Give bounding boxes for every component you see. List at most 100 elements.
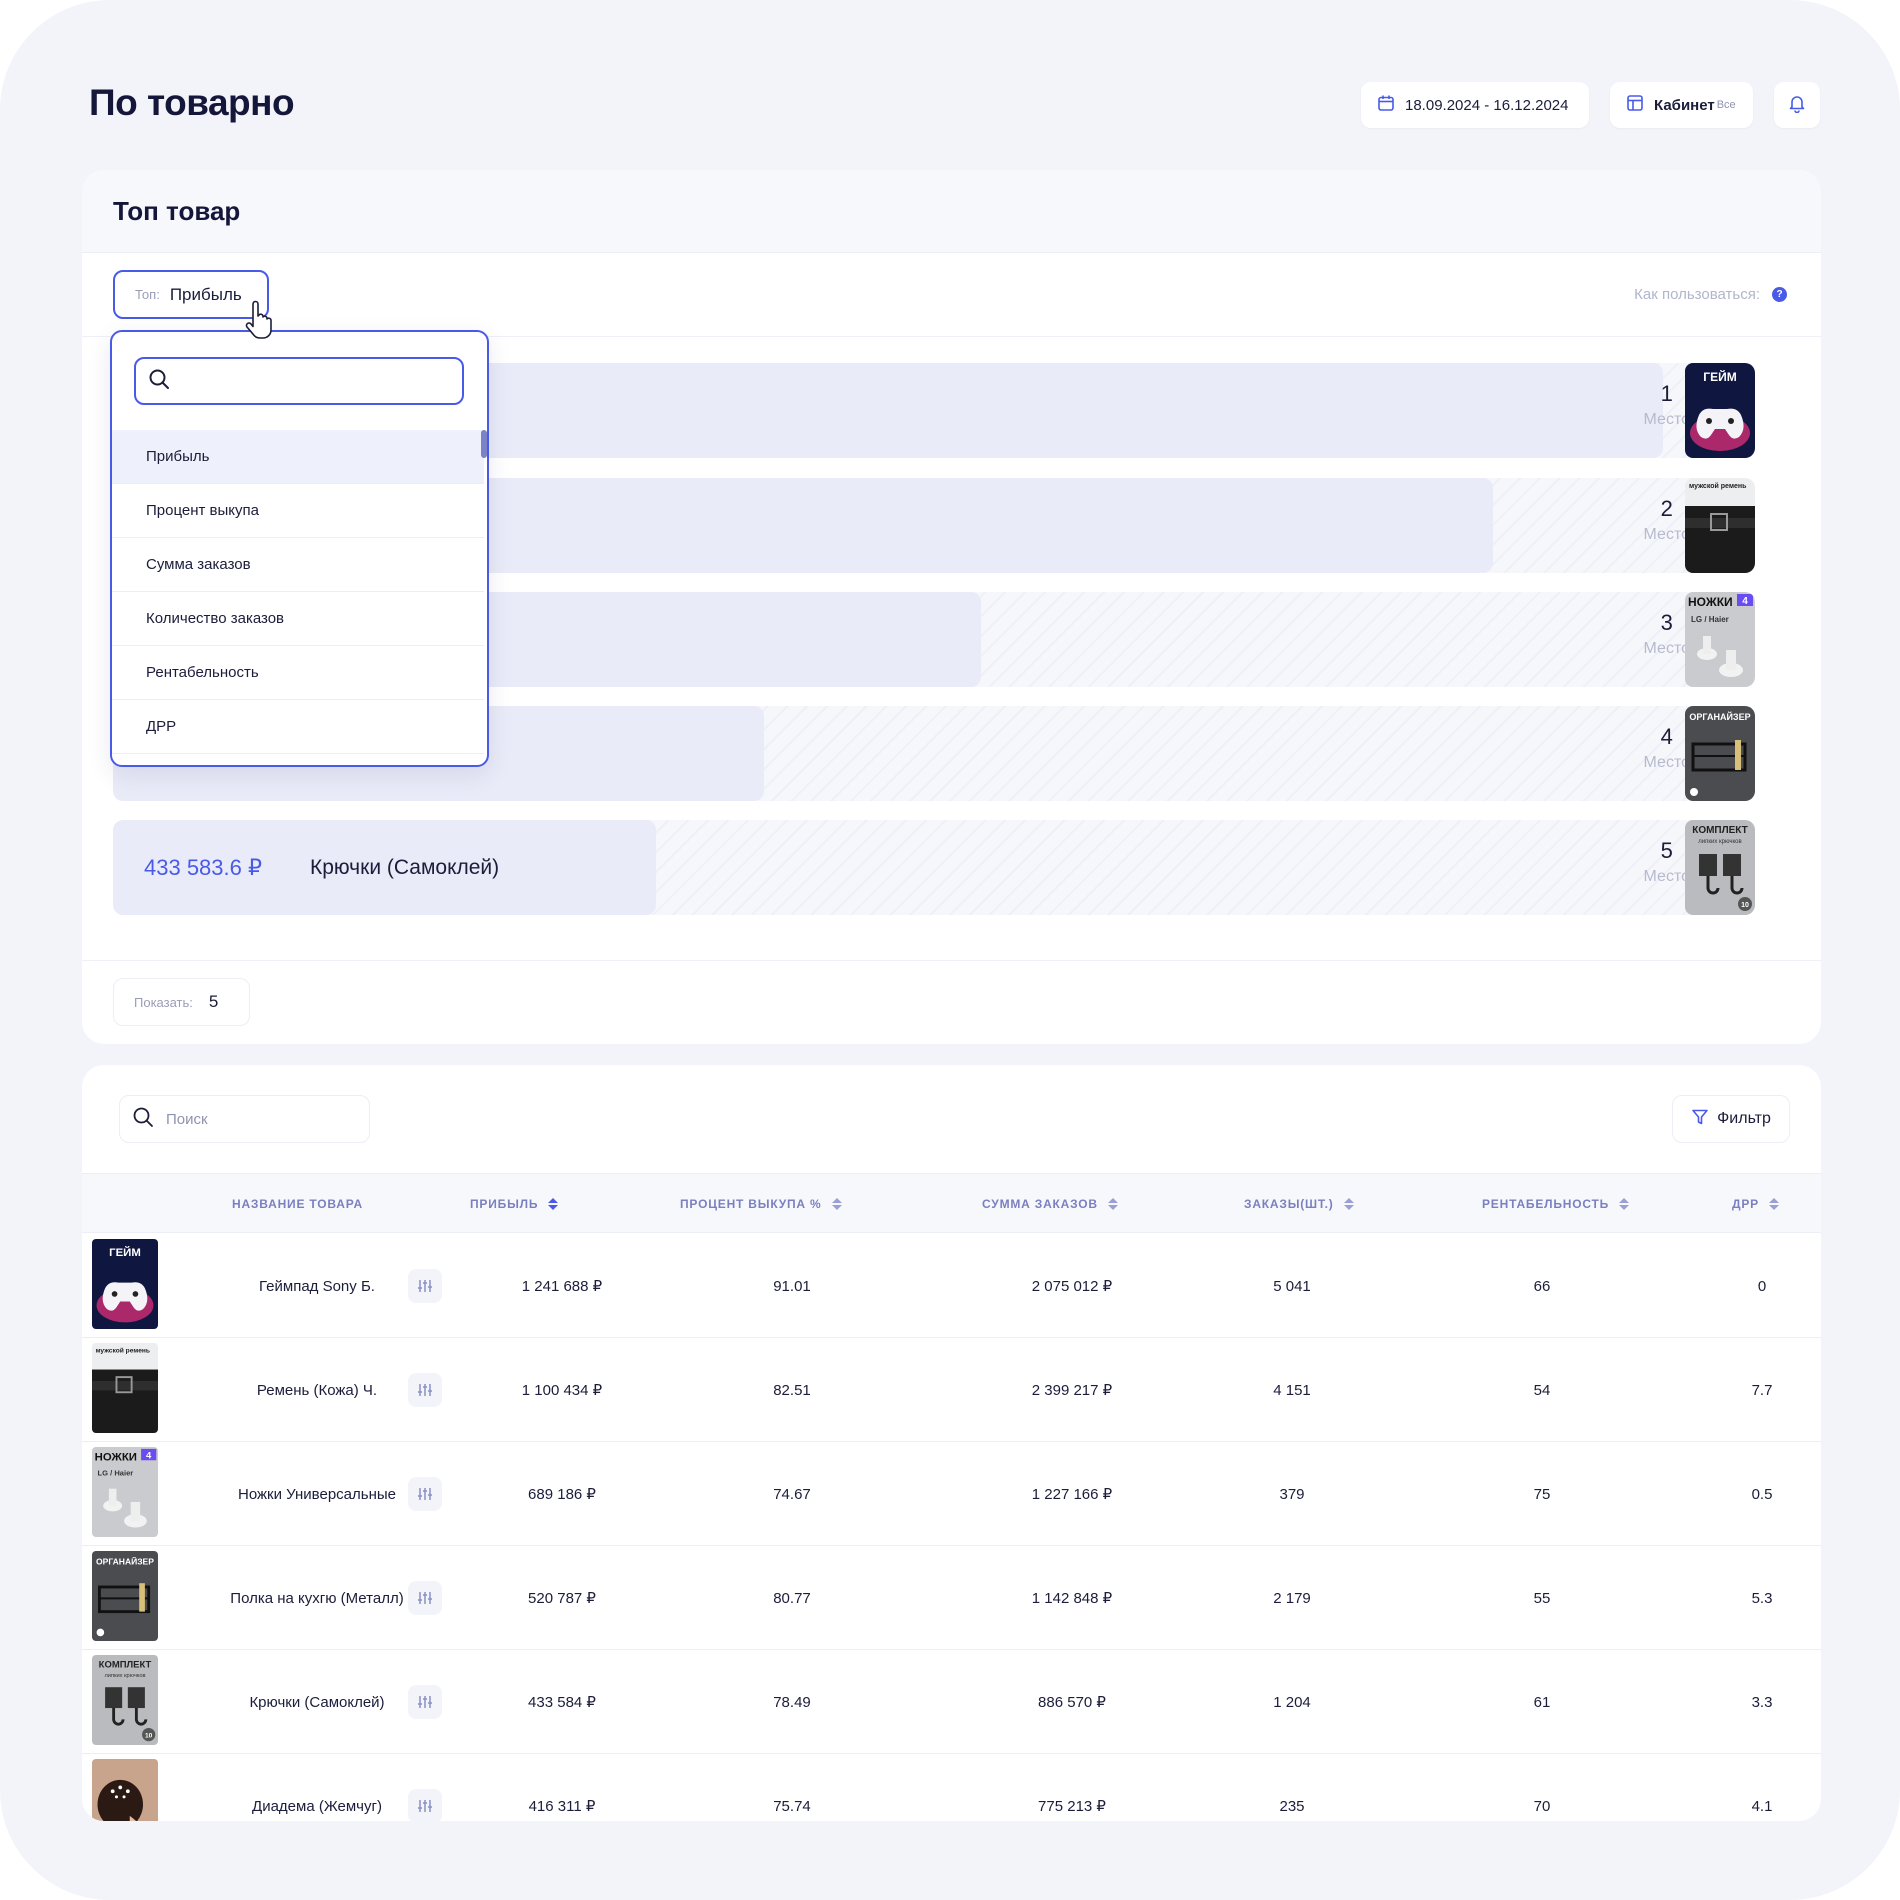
- app-frame: По товарно 18.09.2024 - 16.12.2024 Кабин…: [0, 0, 1900, 1900]
- rank-place-label: Место: [1643, 640, 1690, 657]
- cell-orders-sum: 775 213 ₽: [1038, 1798, 1106, 1815]
- rank-product-name: Крючки (Самоклей): [309, 855, 500, 879]
- table-search-placeholder: Поиск: [166, 1110, 208, 1128]
- dropdown-option[interactable]: ДРР: [112, 700, 484, 754]
- cell-buyout: 74.67: [773, 1485, 811, 1503]
- rank-place-label: Место: [1643, 868, 1690, 885]
- sliders-icon[interactable]: [408, 1477, 442, 1511]
- cell-orders-sum: 2 399 217 ₽: [1031, 1382, 1113, 1399]
- cell-drr: 0: [1757, 1277, 1767, 1295]
- table-row[interactable]: мужской ремень Ремень (Кожа) Ч. 1 100 43…: [82, 1338, 1821, 1442]
- dropdown-option[interactable]: Количество заказов: [112, 592, 484, 646]
- table-row[interactable]: Диадема (Жемчуг) 416 311 ₽ 75.74 775 213…: [82, 1754, 1821, 1821]
- help-icon[interactable]: ?: [1772, 287, 1787, 302]
- table-search-input[interactable]: Поиск: [119, 1095, 370, 1143]
- rank-number: 1: [1660, 381, 1673, 406]
- top-products-header: Топ товар: [82, 170, 1821, 253]
- dropdown-search-input[interactable]: [134, 357, 464, 405]
- filter-button[interactable]: Фильтр: [1672, 1095, 1790, 1143]
- dropdown-scrollbar[interactable]: [481, 430, 487, 458]
- cell-orders: 235: [1279, 1797, 1305, 1815]
- cell-buyout: 82.51: [773, 1381, 811, 1399]
- cell-orders-sum: 1 142 848 ₽: [1031, 1590, 1113, 1607]
- cell-profit: 520 787 ₽: [528, 1590, 596, 1607]
- date-range-label: 18.09.2024 - 16.12.2024: [1405, 96, 1569, 114]
- cell-orders-sum: 886 570 ₽: [1038, 1694, 1106, 1711]
- cell-settings: [408, 1338, 442, 1442]
- sliders-icon[interactable]: [408, 1581, 442, 1615]
- cell-drr: 0.5: [1751, 1485, 1773, 1503]
- svg-text:10: 10: [1741, 902, 1749, 909]
- calendar-icon: [1377, 94, 1395, 116]
- svg-text:НОЖКИ: НОЖКИ: [1688, 595, 1733, 609]
- cell-rentability: 61: [1533, 1693, 1551, 1711]
- product-thumbnail: ОРГАНАЙЗЕР: [92, 1551, 158, 1641]
- dropdown-option[interactable]: Прибыль: [112, 430, 484, 484]
- sort-icon: [831, 1198, 842, 1210]
- cell-buyout: 78.49: [773, 1693, 811, 1711]
- sliders-icon[interactable]: [408, 1269, 442, 1303]
- rank-place-label: Место: [1643, 411, 1690, 428]
- cabinet-selector[interactable]: Кабинет Все: [1610, 82, 1753, 128]
- rank-row[interactable]: 433 583.6 ₽ Крючки (Самоклей) 5 Место КО…: [113, 820, 1755, 915]
- products-table-card: Поиск Фильтр НАЗВАНИЕ ТОВАРА ПРИБЫЛЬ ПРО…: [82, 1065, 1821, 1821]
- column-header-profit[interactable]: ПРИБЫЛЬ: [470, 1174, 559, 1234]
- svg-text:мужской ремень: мужской ремень: [1689, 482, 1747, 490]
- notifications-button[interactable]: [1774, 82, 1820, 128]
- svg-text:ГЕЙМ: ГЕЙМ: [1703, 369, 1736, 384]
- top-products-title: Топ товар: [113, 195, 241, 226]
- rank-place: 4 Место: [1644, 724, 1690, 772]
- search-icon: [132, 1106, 154, 1132]
- column-header-rentability[interactable]: РЕНТАБЕЛЬНОСТЬ: [1482, 1174, 1630, 1234]
- product-thumbnail: ГЕЙМ: [92, 1239, 158, 1329]
- sort-icon: [548, 1198, 559, 1210]
- sliders-icon[interactable]: [408, 1789, 442, 1821]
- table-header: НАЗВАНИЕ ТОВАРА ПРИБЫЛЬ ПРОЦЕНТ ВЫКУПА %…: [82, 1173, 1821, 1233]
- cell-orders-sum: 1 227 166 ₽: [1031, 1486, 1113, 1503]
- svg-text:10: 10: [145, 1732, 153, 1739]
- cell-product-name: Геймпад Sony Б.: [259, 1277, 375, 1295]
- column-header-name[interactable]: НАЗВАНИЕ ТОВАРА: [232, 1174, 363, 1234]
- cell-buyout: 75.74: [773, 1797, 811, 1815]
- column-header-buyout[interactable]: ПРОЦЕНТ ВЫКУПА %: [680, 1174, 842, 1234]
- column-header-drr[interactable]: ДРР: [1732, 1174, 1779, 1234]
- dropdown-option[interactable]: Рентабельность: [112, 646, 484, 700]
- sort-icon: [1619, 1198, 1630, 1210]
- column-header-orders[interactable]: ЗАКАЗЫ(ШТ.): [1244, 1174, 1354, 1234]
- product-thumbnail: ОРГАНАЙЗЕР: [1685, 706, 1755, 801]
- product-thumbnail: КОМПЛЕКТ липких крючков 10: [1685, 820, 1755, 915]
- svg-text:КОМПЛЕКТ: КОМПЛЕКТ: [1692, 825, 1748, 836]
- cell-drr: 3.3: [1751, 1693, 1773, 1711]
- show-count-select[interactable]: Показать: 5: [113, 978, 250, 1026]
- cell-product-name: Ремень (Кожа) Ч.: [256, 1381, 378, 1399]
- cell-drr: 5.3: [1751, 1589, 1773, 1607]
- top-metric-label: Топ:: [135, 287, 160, 302]
- dropdown-option[interactable]: Сумма заказов: [112, 538, 484, 592]
- product-thumbnail: КОМПЛЕКТ липких крючков 10: [92, 1655, 158, 1745]
- cell-rentability: 55: [1533, 1589, 1551, 1607]
- cell-product-name: Диадема (Жемчуг): [252, 1797, 382, 1815]
- cabinet-value: Все: [1716, 99, 1736, 111]
- table-row[interactable]: 4 НОЖКИ LG / Haier Ножки Универсальные 6…: [82, 1442, 1821, 1546]
- table-row[interactable]: ОРГАНАЙЗЕР Полка на кухгю (Металл) 520 7…: [82, 1546, 1821, 1650]
- divider: [82, 960, 1821, 961]
- rank-place: 2 Место: [1644, 496, 1690, 544]
- rank-amount: 433 583.6 ₽: [144, 854, 262, 880]
- column-header-orders-sum[interactable]: СУММА ЗАКАЗОВ: [982, 1174, 1118, 1234]
- svg-text:липких крючков: липких крючков: [1698, 839, 1741, 845]
- how-to-use[interactable]: Как пользоваться: ?: [1634, 286, 1787, 303]
- svg-text:липких крючков: липких крючков: [104, 1673, 145, 1679]
- cell-settings: [408, 1754, 442, 1821]
- sliders-icon[interactable]: [408, 1685, 442, 1719]
- product-thumbnail: 4 НОЖКИ LG / Haier: [92, 1447, 158, 1537]
- table-row[interactable]: КОМПЛЕКТ липких крючков 10 Крючки (Самок…: [82, 1650, 1821, 1754]
- rank-number: 4: [1660, 724, 1673, 749]
- how-to-use-label: Как пользоваться:: [1634, 286, 1760, 303]
- cell-orders: 1 204: [1273, 1693, 1311, 1711]
- sliders-icon[interactable]: [408, 1373, 442, 1407]
- dropdown-option[interactable]: Процент выкупа: [112, 484, 484, 538]
- table-row[interactable]: ГЕЙМ Геймпад Sony Б. 1 241 688 ₽ 91.01 2…: [82, 1234, 1821, 1338]
- date-range-picker[interactable]: 18.09.2024 - 16.12.2024: [1361, 82, 1589, 128]
- product-thumbnail: 4 НОЖКИ LG / Haier: [1685, 592, 1755, 687]
- page-title: По товарно: [89, 82, 295, 123]
